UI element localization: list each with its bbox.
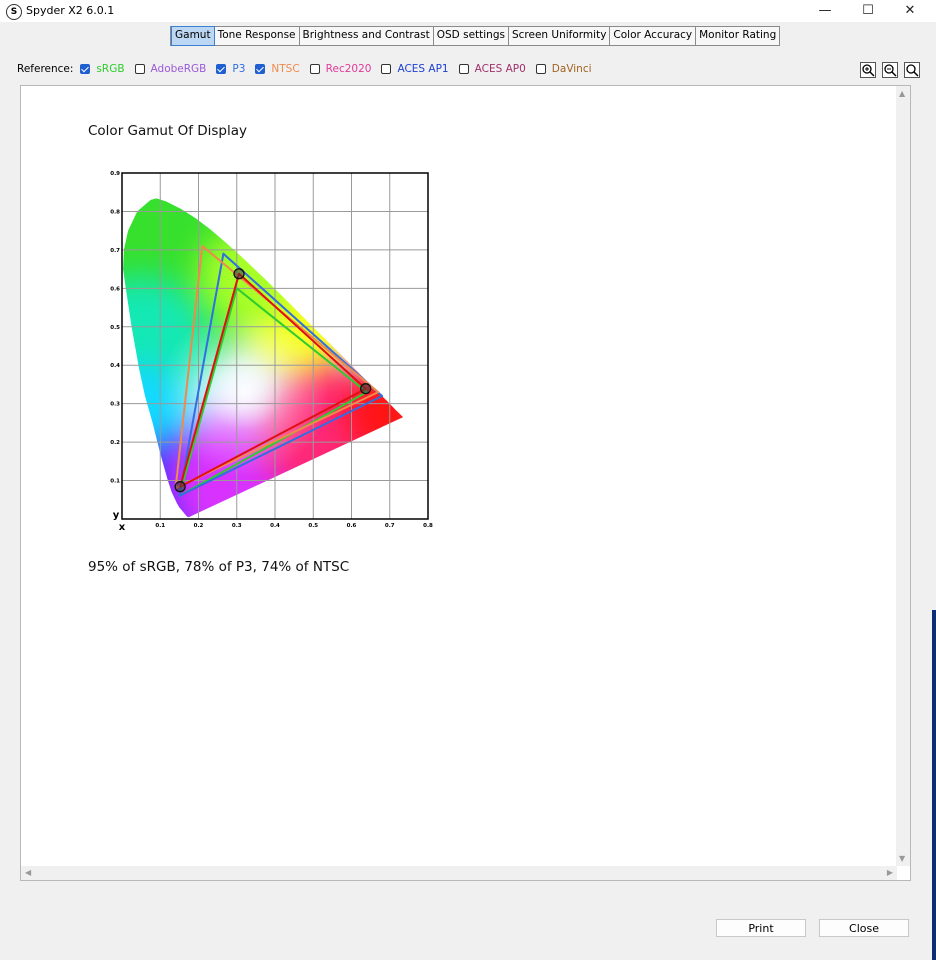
adobergb-checkbox[interactable] bbox=[134, 64, 145, 74]
x-tick-label: 0.2 bbox=[194, 523, 204, 529]
adobergb-label: AdobeRGB bbox=[150, 63, 207, 75]
rec2020-label: Rec2020 bbox=[325, 63, 372, 75]
tab-gamut[interactable]: Gamut bbox=[171, 26, 215, 46]
ntsc-checkbox[interactable] bbox=[255, 64, 266, 74]
title-bar: S Spyder X2 6.0.1 — ☐ ✕ bbox=[0, 0, 936, 22]
reference-item-aces-ap0[interactable]: ACES AP0 bbox=[458, 63, 526, 75]
spectral-locus-fill bbox=[123, 198, 404, 518]
x-axis-label: x bbox=[119, 522, 126, 533]
davinci-checkbox[interactable] bbox=[535, 64, 546, 74]
scroll-up-icon[interactable]: ▲ bbox=[899, 89, 905, 98]
ntsc-label: NTSC bbox=[271, 63, 300, 75]
y-tick-label: 0.1 bbox=[110, 479, 120, 485]
aces-ap0-checkbox[interactable] bbox=[458, 64, 469, 74]
reference-item-aces-ap1[interactable]: ACES AP1 bbox=[381, 63, 449, 75]
srgb-label: sRGB bbox=[96, 63, 125, 75]
x-tick-label: 0.3 bbox=[232, 523, 242, 529]
zoom-in-icon[interactable] bbox=[860, 62, 876, 78]
x-tick-label: 0.7 bbox=[385, 523, 395, 529]
tab-osd-settings[interactable]: OSD settings bbox=[434, 27, 509, 45]
aces-ap1-label: ACES AP1 bbox=[397, 63, 449, 75]
aces-ap1-checkbox[interactable] bbox=[381, 64, 392, 74]
scroll-down-icon[interactable]: ▼ bbox=[899, 854, 905, 863]
x-tick-label: 0.5 bbox=[308, 523, 318, 529]
y-axis-label: y bbox=[113, 510, 120, 521]
y-tick-label: 0.3 bbox=[110, 402, 120, 408]
background-window-edge bbox=[932, 610, 936, 960]
y-tick-label: 0.5 bbox=[110, 325, 120, 331]
tab-tone-response[interactable]: Tone Response bbox=[215, 27, 300, 45]
gamut-summary: 95% of sRGB, 78% of P3, 74% of NTSC bbox=[88, 559, 350, 575]
minimize-icon[interactable]: — bbox=[803, 0, 847, 22]
primary-marker bbox=[233, 268, 245, 280]
chart-title: Color Gamut Of Display bbox=[88, 123, 247, 139]
rec2020-checkbox[interactable] bbox=[309, 64, 320, 74]
primary-marker bbox=[360, 383, 372, 395]
reference-label: Reference: bbox=[17, 63, 74, 75]
window-title: Spyder X2 6.0.1 bbox=[26, 4, 115, 17]
reference-item-adobergb[interactable]: AdobeRGB bbox=[134, 63, 207, 75]
y-tick-label: 0.6 bbox=[110, 286, 120, 292]
srgb-checkbox[interactable] bbox=[80, 64, 91, 74]
reference-bar: Reference: sRGB AdobeRGB P3 NTSC Rec2020… bbox=[17, 61, 602, 77]
y-tick-label: 0.2 bbox=[110, 440, 120, 446]
reference-item-davinci[interactable]: DaVinci bbox=[535, 63, 592, 75]
print-button[interactable]: Print bbox=[716, 919, 806, 937]
close-button[interactable]: Close bbox=[819, 919, 909, 937]
reference-item-rec2020[interactable]: Rec2020 bbox=[309, 63, 372, 75]
reference-item-srgb[interactable]: sRGB bbox=[80, 63, 125, 75]
close-icon[interactable]: ✕ bbox=[888, 0, 932, 22]
tab-monitor-rating[interactable]: Monitor Rating bbox=[696, 27, 779, 45]
gamut-chart: 0.1 0.2 0.3 0.4 0.5 0.6 0.7 0.8 0.1 0.2 0.3 0.4 0.5 0… bbox=[110, 171, 433, 533]
reference-item-ntsc[interactable]: NTSC bbox=[255, 63, 300, 75]
p3-label: P3 bbox=[232, 63, 246, 75]
primary-marker bbox=[174, 481, 186, 493]
x-tick-label: 0.6 bbox=[347, 523, 357, 529]
app-icon: S bbox=[6, 4, 22, 20]
vertical-scrollbar[interactable]: ▲ ▼ bbox=[896, 86, 910, 866]
zoom-out-icon[interactable] bbox=[882, 62, 898, 78]
horizontal-scrollbar[interactable]: ◀ ▶ bbox=[21, 866, 897, 880]
davinci-label: DaVinci bbox=[551, 63, 592, 75]
reference-item-p3[interactable]: P3 bbox=[216, 63, 245, 75]
p3-checkbox[interactable] bbox=[216, 64, 227, 74]
aces-ap0-label: ACES AP0 bbox=[474, 63, 526, 75]
x-tick-label: 0.1 bbox=[155, 523, 165, 529]
maximize-icon[interactable]: ☐ bbox=[846, 0, 890, 22]
content-panel: Color Gamut Of Display 0.1 0.2 0.3 0.4 0.5 0.… bbox=[20, 85, 911, 881]
scroll-left-icon[interactable]: ◀ bbox=[25, 868, 31, 877]
tab-color-accuracy[interactable]: Color Accuracy bbox=[610, 27, 697, 45]
tab-screen-uniformity[interactable]: Screen Uniformity bbox=[509, 27, 611, 45]
y-tick-label: 0.7 bbox=[110, 248, 120, 254]
zoom-fit-icon[interactable] bbox=[904, 62, 920, 78]
tab-bar: Gamut Tone Response Brightness and Contr… bbox=[170, 26, 781, 46]
tab-brightness-contrast[interactable]: Brightness and Contrast bbox=[300, 27, 434, 45]
scroll-right-icon[interactable]: ▶ bbox=[887, 868, 893, 877]
x-tick-label: 0.8 bbox=[423, 523, 433, 529]
y-tick-label: 0.9 bbox=[110, 171, 120, 177]
x-tick-label: 0.4 bbox=[270, 523, 280, 529]
y-tick-label: 0.8 bbox=[110, 209, 120, 215]
y-tick-label: 0.4 bbox=[110, 363, 120, 369]
